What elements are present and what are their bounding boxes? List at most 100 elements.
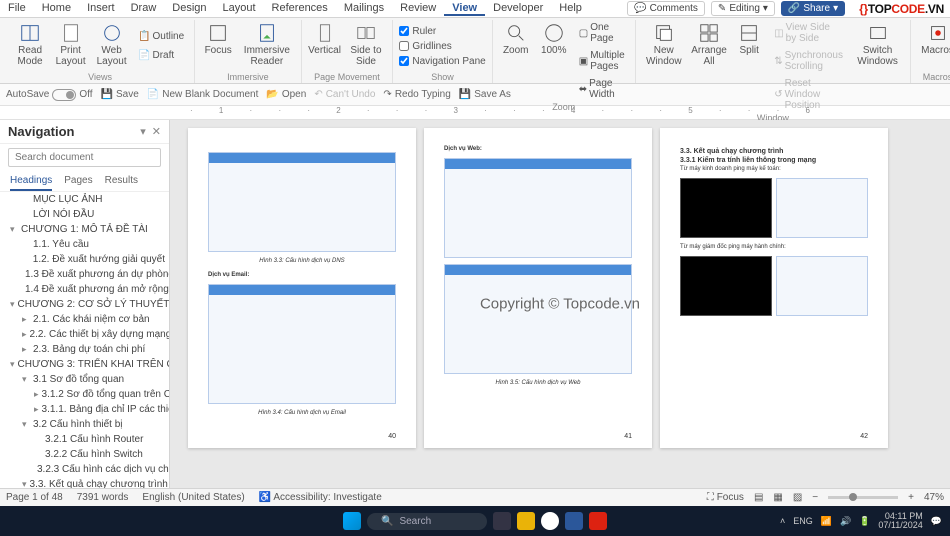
outline-button[interactable]: 📋 Outline (134, 29, 188, 44)
hundred-percent-button[interactable]: 100% (537, 20, 571, 102)
multiple-pages-button[interactable]: ▣ Multiple Pages (575, 48, 629, 74)
menu-view[interactable]: View (444, 2, 485, 16)
side-to-side-button[interactable]: Side to Side (346, 20, 387, 72)
navpane-checkbox[interactable]: Navigation Pane (399, 55, 485, 68)
menu-layout[interactable]: Layout (215, 2, 264, 16)
menu-developer[interactable]: Developer (485, 2, 551, 16)
accessibility-status[interactable]: ♿ Accessibility: Investigate (259, 492, 382, 503)
view-print-icon[interactable]: ▦ (773, 492, 782, 503)
tray-lang[interactable]: ENG (793, 516, 813, 526)
zoom-level[interactable]: 47% (924, 492, 944, 503)
app-icon[interactable] (589, 512, 607, 530)
nav-item[interactable]: ▾3.3. Kết quả chạy chương trình (0, 477, 169, 488)
redo-button[interactable]: ↷ Redo Typing (383, 89, 450, 100)
explorer-icon[interactable] (517, 512, 535, 530)
language[interactable]: English (United States) (142, 492, 244, 503)
zoom-out-button[interactable]: − (812, 492, 818, 503)
menu-help[interactable]: Help (551, 2, 590, 16)
split-button[interactable]: Split (732, 20, 766, 113)
editing-mode-button[interactable]: ✎ Editing ▾ (711, 1, 775, 16)
nav-item[interactable]: ▾CHƯƠNG 3: TRIỂN KHAI TRÊN CISCO P... (0, 357, 169, 372)
save-button[interactable]: 💾 Save (101, 89, 139, 100)
ruler-checkbox[interactable]: Ruler (399, 25, 485, 38)
taskbar-clock[interactable]: 04:11 PM07/11/2024 (878, 512, 922, 531)
document-page-2: Dịch vụ Web: Hình 3.5: Cấu hình dịch vụ … (424, 128, 652, 448)
navtab-headings[interactable]: Headings (10, 175, 52, 191)
focus-button[interactable]: Focus (201, 20, 235, 72)
open-button[interactable]: 📂 Open (266, 89, 306, 100)
menu-review[interactable]: Review (392, 2, 444, 16)
nav-item[interactable]: ▾3.1 Sơ đồ tổng quan (0, 372, 169, 387)
menu-home[interactable]: Home (34, 2, 79, 16)
nav-item[interactable]: ▸2.1. Các khái niệm cơ bản (0, 312, 169, 327)
save-as-button[interactable]: 💾 Save As (459, 89, 511, 100)
battery-icon[interactable]: 🔋 (859, 516, 870, 527)
immersive-reader-button[interactable]: Immersive Reader (239, 20, 294, 72)
web-layout-button[interactable]: Web Layout (93, 20, 130, 72)
nav-item[interactable]: 1.1. Yêu cầu (0, 237, 169, 252)
search-input[interactable] (8, 148, 161, 167)
volume-icon[interactable]: 🔊 (840, 516, 851, 527)
notifications-icon[interactable]: 💬 (931, 516, 942, 527)
menu-file[interactable]: File (0, 2, 34, 16)
nav-item[interactable]: ▸2.2. Các thiết bị xây dựng mạng (0, 327, 169, 342)
tray-chevron-icon[interactable]: ˄ (780, 516, 785, 526)
taskbar-search[interactable]: 🔍 Search (367, 513, 487, 530)
word-count[interactable]: 7391 words (77, 492, 129, 503)
view-web-icon[interactable]: ▨ (793, 492, 802, 503)
navtab-pages[interactable]: Pages (64, 175, 92, 191)
nav-item[interactable]: ▸3.1.2 Sơ đồ tổng quan trên Cisco... (0, 387, 169, 402)
nav-item[interactable]: 3.2.1 Cấu hình Router (0, 432, 169, 447)
share-button[interactable]: 🔗 Share ▾ (781, 1, 845, 16)
macros-button[interactable]: Macros (917, 20, 950, 72)
nav-item[interactable]: ▸2.3. Bảng dự toán chi phí (0, 342, 169, 357)
vertical-button[interactable]: Vertical (308, 20, 342, 72)
wifi-icon[interactable]: 📶 (821, 516, 832, 527)
page-count[interactable]: Page 1 of 48 (6, 492, 63, 503)
zoom-in-button[interactable]: + (908, 492, 914, 503)
one-page-button[interactable]: ▢ One Page (575, 20, 629, 46)
start-icon[interactable] (343, 512, 361, 530)
menu-design[interactable]: Design (164, 2, 214, 16)
focus-status[interactable]: ⛶ Focus (707, 492, 744, 503)
menu-references[interactable]: References (264, 2, 336, 16)
draft-button[interactable]: 📄 Draft (134, 48, 188, 63)
navtab-results[interactable]: Results (105, 175, 138, 191)
zoom-slider[interactable] (828, 496, 898, 499)
navpane-tabs: Headings Pages Results (0, 171, 169, 192)
nav-item[interactable]: 1.4 Đề xuất phương án mở rộng kh... (0, 282, 169, 297)
nav-item[interactable]: 3.2.3 Cấu hình các dịch vụ cho m... (0, 462, 169, 477)
menu-insert[interactable]: Insert (79, 2, 123, 16)
view-read-icon[interactable]: ▤ (754, 492, 763, 503)
nav-item[interactable]: LỜI NÓI ĐẦU (0, 207, 169, 222)
close-icon[interactable]: ✕ (152, 125, 161, 138)
chrome-icon[interactable] (541, 512, 559, 530)
nav-item[interactable]: ▾3.2 Cấu hình thiết bị (0, 417, 169, 432)
comments-button[interactable]: 💬 Comments (627, 1, 705, 16)
menu-draw[interactable]: Draw (123, 2, 165, 16)
nav-item[interactable]: 3.2.2 Cấu hình Switch (0, 447, 169, 462)
read-mode-button[interactable]: Read Mode (12, 20, 48, 72)
menu-mailings[interactable]: Mailings (336, 2, 392, 16)
gridlines-checkbox[interactable]: Gridlines (399, 40, 485, 53)
new-window-button[interactable]: New Window (642, 20, 686, 113)
taskview-icon[interactable] (493, 512, 511, 530)
page-width-button[interactable]: ⬌ Page Width (575, 76, 629, 102)
status-bar: Page 1 of 48 7391 words English (United … (0, 488, 950, 506)
nav-item[interactable]: 1.2. Đề xuất hướng giải quyết (0, 252, 169, 267)
word-icon[interactable] (565, 512, 583, 530)
autosave-toggle[interactable]: AutoSave Off (6, 89, 93, 101)
nav-item[interactable]: 1.3 Đề xuất phương án dự phòng tr... (0, 267, 169, 282)
nav-item[interactable]: ▸3.1.1. Bảng địa chỉ IP các thiết bị (0, 402, 169, 417)
print-layout-button[interactable]: Print Layout (52, 20, 89, 72)
new-blank-button[interactable]: 📄 New Blank Document (147, 89, 259, 100)
switch-windows-button[interactable]: Switch Windows (851, 20, 904, 113)
document-area[interactable]: Hình 3.3: Cấu hình dịch vụ DNS Dịch vụ E… (170, 120, 950, 488)
view-side-by-side-button: ◫ View Side by Side (770, 20, 847, 46)
immersive-group-label: Immersive (201, 72, 294, 83)
nav-item[interactable]: ▾CHƯƠNG 1: MÔ TẢ ĐỀ TÀI (0, 222, 169, 237)
nav-item[interactable]: ▾CHƯƠNG 2: CƠ SỞ LÝ THUYẾT (0, 297, 169, 312)
chevron-down-icon[interactable]: ▾ (140, 125, 146, 138)
nav-item[interactable]: MỤC LỤC ẢNH (0, 192, 169, 207)
arrange-all-button[interactable]: Arrange All (690, 20, 728, 113)
